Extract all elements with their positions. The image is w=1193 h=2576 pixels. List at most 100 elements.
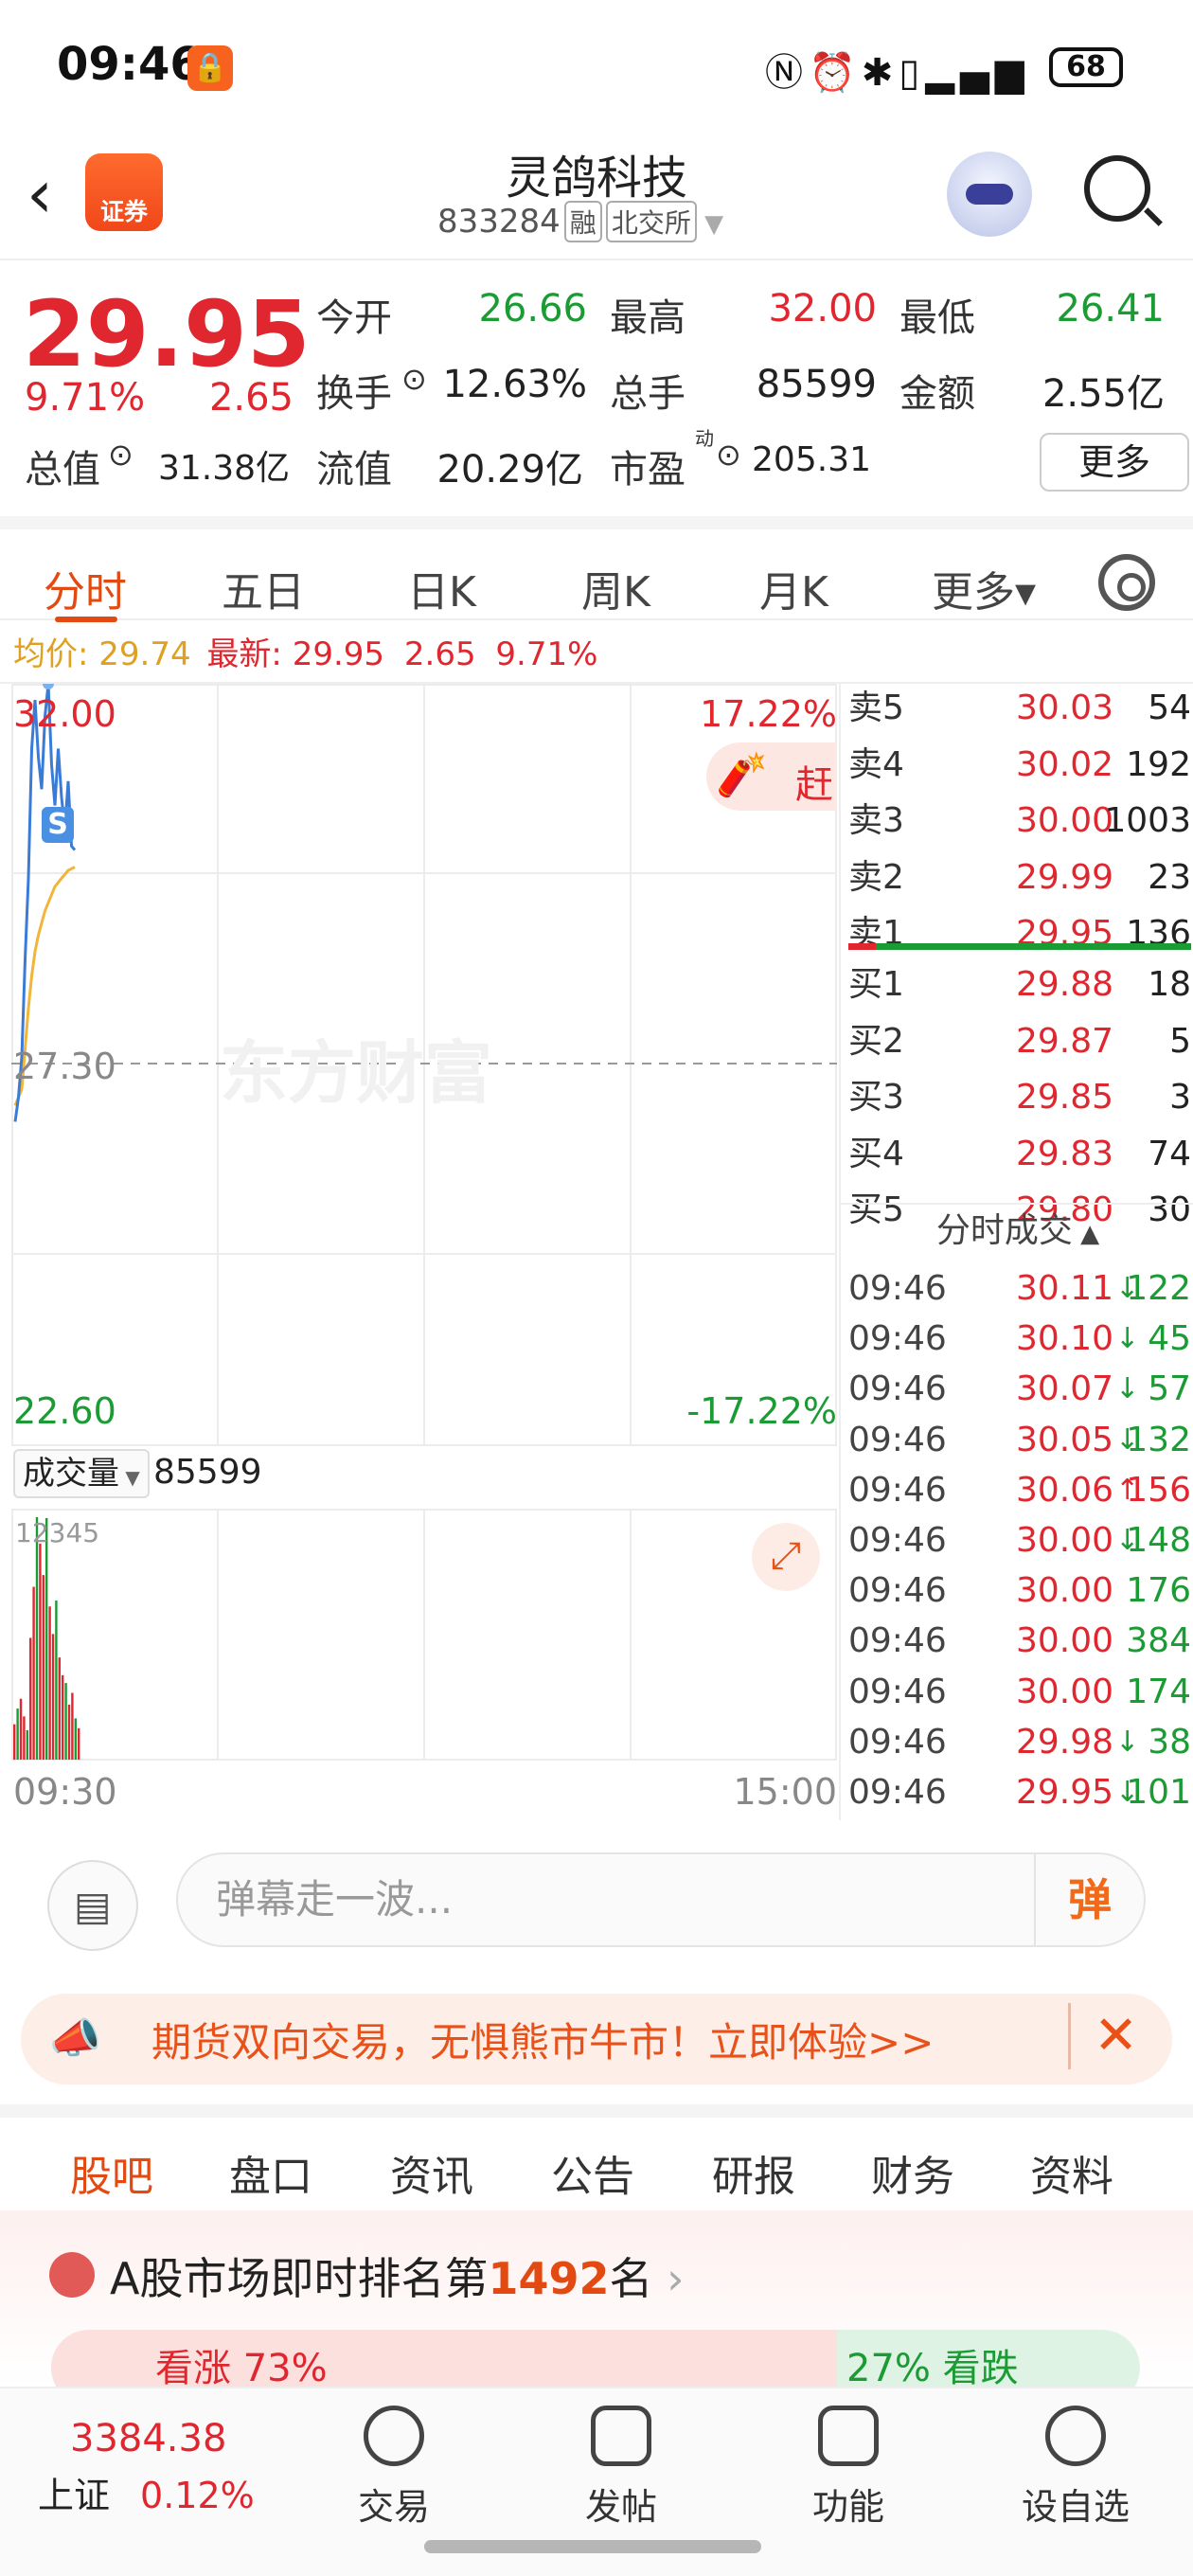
low-value: 26.41: [1056, 287, 1165, 331]
pe-dynamic-tag: 动: [695, 427, 714, 450]
ticks-header[interactable]: 分时成交 ▲: [841, 1203, 1193, 1256]
index-pct: 0.12%: [140, 2475, 255, 2516]
tab-intraday[interactable]: 分时: [44, 558, 127, 618]
time-start: 09:30: [13, 1771, 117, 1813]
chevron-down-icon: ▼: [696, 210, 724, 239]
time-end: 15:00: [733, 1771, 837, 1813]
latest-value: 29.95: [292, 635, 385, 673]
arrow-down-icon: ↓: [1115, 1322, 1140, 1356]
nav-trade[interactable]: 交易: [318, 2406, 470, 2530]
volume-bar: [64, 1683, 67, 1760]
nav-post[interactable]: 发帖: [545, 2406, 697, 2530]
trade-icon: [364, 2406, 424, 2466]
status-bar: 09:46 🔒 Ⓝ⏰✱▯▂▄▆ 68: [0, 0, 1193, 133]
tab-weekly-k[interactable]: 周K: [581, 558, 650, 618]
tab-orderbook[interactable]: 盘口: [229, 2142, 312, 2203]
amount-value: 2.55亿: [1042, 372, 1165, 416]
grid-icon: [818, 2406, 879, 2466]
info-icon[interactable]: ⊙: [108, 437, 134, 473]
ticks-header-label: 分时成交: [935, 1211, 1073, 1250]
tab-news[interactable]: 资讯: [390, 2142, 473, 2203]
danmu-bar: ▤ 弹幕走一波... 弹: [0, 1828, 1193, 1989]
info-icon[interactable]: ⊙: [716, 437, 741, 473]
home-indicator[interactable]: [424, 2540, 761, 2553]
tab-monthly-k[interactable]: 月K: [759, 558, 828, 618]
promo-badge[interactable]: 🧨 赶快: [706, 742, 837, 811]
bottom-nav: 3384.38 上证 0.12% 交易 发帖 功能 设自选: [0, 2387, 1193, 2576]
stock-header: ‹ 证券 灵鸽科技 833284 融北交所 ▼: [0, 133, 1193, 260]
tick-time: 09:46: [848, 1369, 947, 1409]
nav-watchlist[interactable]: 设自选: [1000, 2406, 1151, 2530]
axis-bottom-price: 22.60: [13, 1390, 116, 1432]
tick-row: 09:46 30.11 122 ↓: [848, 1263, 1191, 1314]
tab-daily-k[interactable]: 日K: [407, 558, 476, 618]
bid-price: 29.87: [1015, 1021, 1113, 1061]
tick-time: 09:46: [848, 1621, 947, 1661]
market-rank-card[interactable]: A股市场即时排名第1492名 › 看涨 73% 27% 看跌: [0, 2210, 1193, 2406]
volume-bar: [62, 1674, 64, 1760]
stock-code: 833284: [437, 203, 561, 241]
change-percent: 9.71%: [25, 376, 146, 420]
ask-price: 29.99: [1015, 857, 1113, 897]
bullish-label: 看涨 73%: [155, 2347, 328, 2390]
robot-assistant-icon[interactable]: [947, 152, 1032, 237]
arrow-down-icon: ↓: [1115, 1272, 1140, 1305]
ask-volume: 192: [1126, 744, 1191, 784]
info-icon[interactable]: ⊙: [401, 361, 427, 397]
rank-number: 1492: [488, 2253, 610, 2304]
stock-code-line[interactable]: 833284 融北交所 ▼: [437, 201, 723, 242]
bid-volume: 3: [1169, 1078, 1191, 1117]
more-button[interactable]: 更多: [1040, 433, 1189, 492]
ask-volume: 136: [1126, 914, 1191, 953]
pe-label[interactable]: 市盈: [610, 438, 686, 493]
danmu-input[interactable]: 弹幕走一波... 弹: [176, 1852, 1146, 1947]
volume-indicator-label: 成交量: [23, 1455, 119, 1493]
status-icons: Ⓝ⏰✱▯▂▄▆: [765, 51, 1030, 95]
axis-top-price: 32.00: [13, 693, 116, 735]
volume-indicator-select[interactable]: 成交量 ▼: [13, 1449, 150, 1498]
volume-bar: [55, 1601, 58, 1760]
tick-time: 09:46: [848, 1722, 947, 1762]
ask-label: 卖5: [848, 689, 904, 727]
tab-forum[interactable]: 股吧: [70, 2142, 153, 2203]
tab-research[interactable]: 研报: [712, 2142, 795, 2203]
latest-label: 最新:: [206, 635, 282, 673]
danmu-send-button[interactable]: 弹: [1034, 1854, 1144, 1945]
turnover-label[interactable]: 换手: [316, 363, 392, 418]
ask-price: 30.00: [1015, 801, 1113, 840]
danmu-settings-icon[interactable]: ▤: [47, 1860, 138, 1951]
rank-prefix: A股市场即时排名第: [110, 2253, 489, 2304]
tick-volume: 38: [1148, 1722, 1191, 1762]
gear-icon[interactable]: [1098, 554, 1155, 611]
tick-time: 09:46: [848, 1420, 947, 1459]
banner-text: 期货双向交易，无惧熊市牛市！立即体验>>: [151, 2019, 935, 2066]
tick-row: 09:46 29.98 38 ↓: [848, 1717, 1191, 1767]
ask-label: 卖4: [848, 744, 904, 784]
tab-five-day[interactable]: 五日: [222, 558, 305, 618]
tab-announcements[interactable]: 公告: [551, 2142, 634, 2203]
ask-row: 卖2 29.99 23: [848, 853, 1191, 903]
mktcap-label[interactable]: 总值: [25, 438, 100, 493]
danmu-placeholder: 弹幕走一波...: [216, 1876, 454, 1923]
tick-row: 09:46 30.00 148 ↓: [848, 1515, 1191, 1565]
intraday-chart[interactable]: 东方财富 32.00 27.30 22.60 17.22% -17.22% 🧨 …: [11, 678, 837, 1446]
futures-banner[interactable]: 📣 期货双向交易，无惧熊市牛市！立即体验>> ✕: [21, 1994, 1172, 2084]
bid-volume: 74: [1148, 1134, 1191, 1173]
tab-more[interactable]: 更多▾: [932, 558, 1036, 618]
bid-ask-ratio-bar: [848, 943, 1191, 950]
tab-profile[interactable]: 资料: [1030, 2142, 1113, 2203]
tick-row: 09:46 30.05 132 ↓: [848, 1415, 1191, 1465]
nav-functions[interactable]: 功能: [773, 2406, 924, 2530]
volume-bar: [29, 1637, 32, 1760]
tab-finance[interactable]: 财务: [871, 2142, 954, 2203]
avg-value: 29.74: [98, 635, 191, 673]
search-icon[interactable]: [1084, 155, 1150, 222]
close-icon[interactable]: ✕: [1068, 2003, 1138, 2069]
ask-label: 卖3: [848, 801, 904, 840]
arrow-down-icon: ↓: [1115, 1422, 1140, 1457]
volume-bar: [67, 1704, 71, 1760]
index-widget[interactable]: 3384.38 上证 0.12%: [38, 2417, 284, 2518]
sell-marker[interactable]: S: [42, 807, 74, 843]
tick-time: 09:46: [848, 1773, 947, 1812]
expand-icon[interactable]: ⤢: [752, 1523, 820, 1591]
